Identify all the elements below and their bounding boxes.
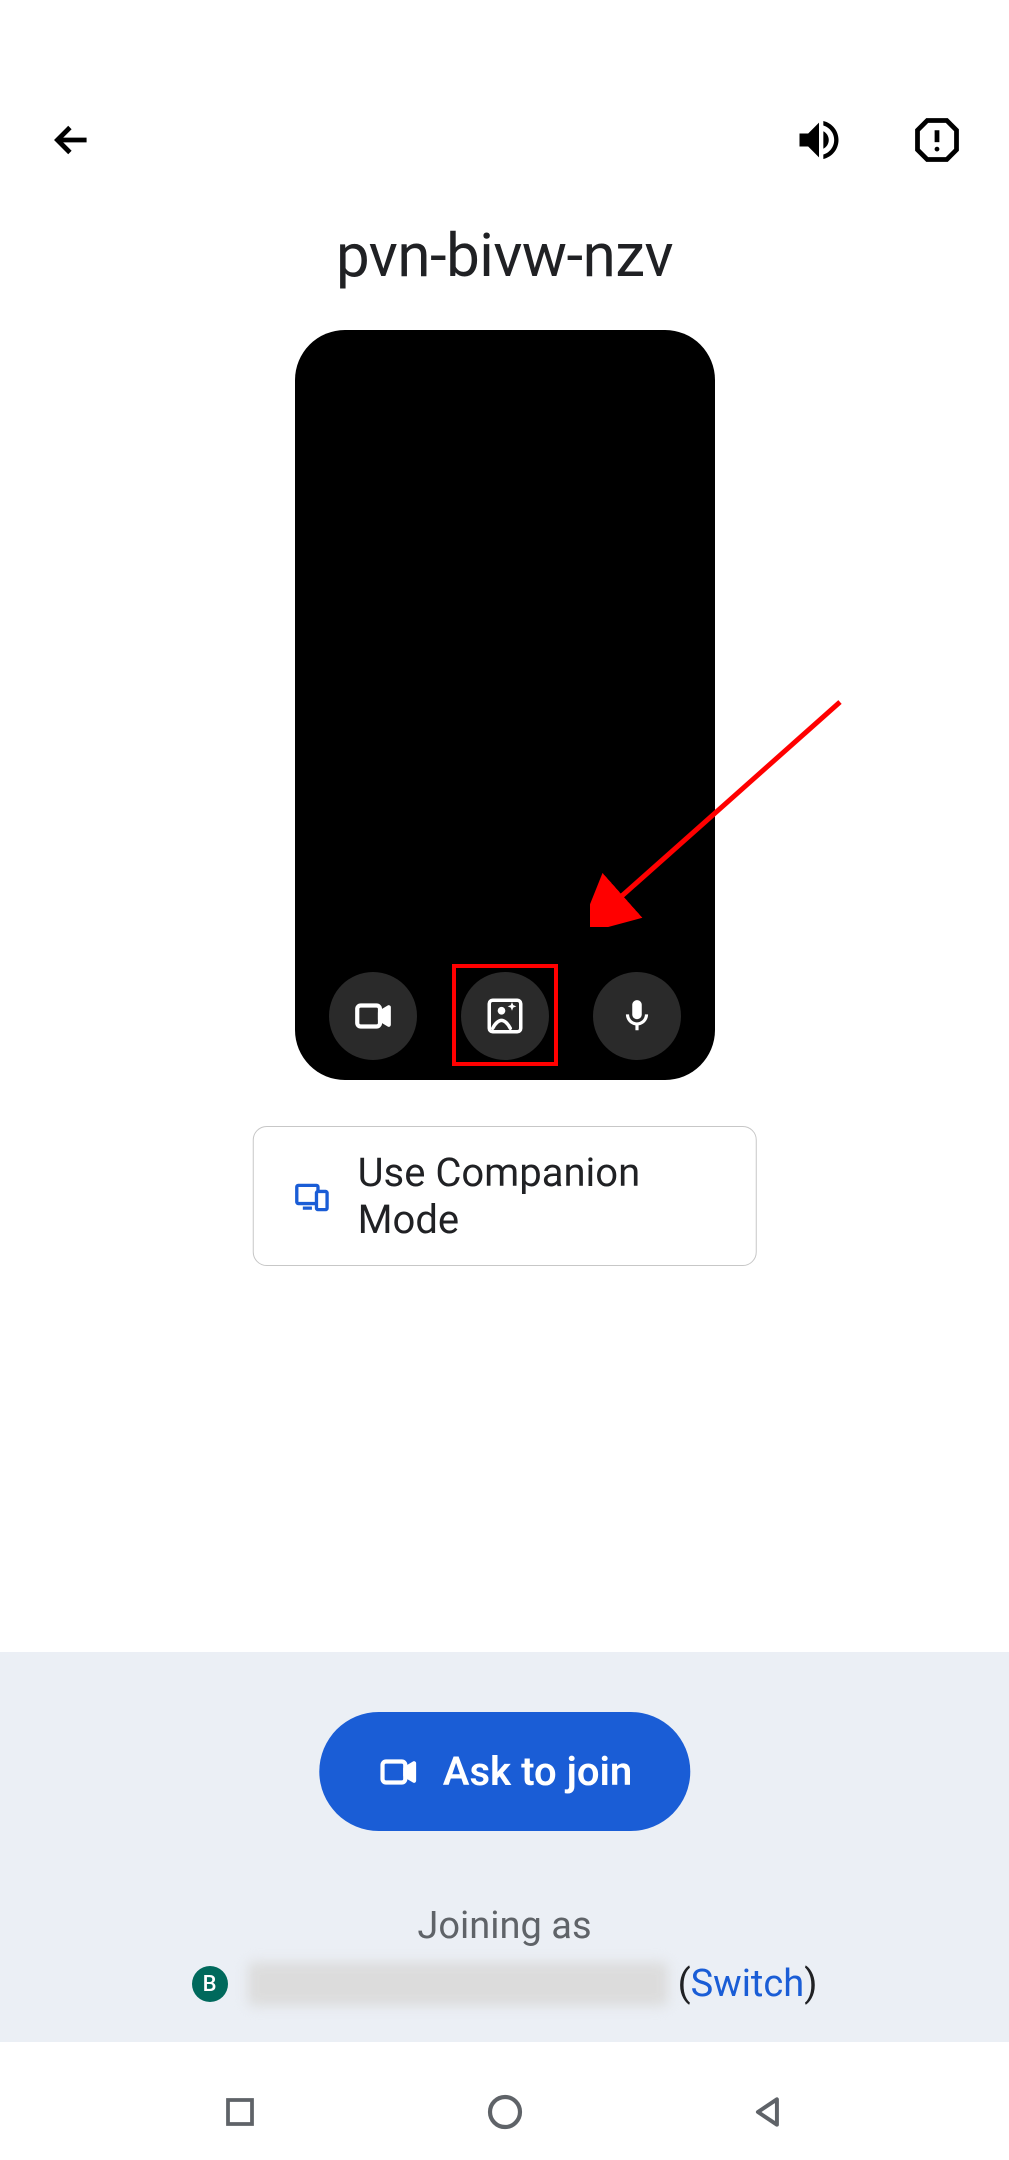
triangle-back-icon	[750, 2093, 788, 2131]
camera-icon	[352, 995, 394, 1037]
switch-account-link[interactable]: Switch	[691, 1962, 805, 2006]
companion-mode-button[interactable]: Use Companion Mode	[252, 1126, 757, 1266]
nav-home-button[interactable]	[480, 2087, 530, 2137]
bottom-panel: Ask to join Joining as B (Switch)	[0, 1652, 1009, 2042]
circle-icon	[485, 2092, 525, 2132]
report-button[interactable]	[905, 108, 969, 172]
effects-icon	[484, 995, 526, 1037]
account-row: B (Switch)	[0, 1962, 1009, 2006]
system-navbar	[0, 2064, 1009, 2160]
back-arrow-icon	[47, 115, 97, 165]
square-icon	[222, 2094, 258, 2130]
ask-to-join-label: Ask to join	[443, 1748, 632, 1795]
switch-wrapper: (Switch)	[678, 1962, 818, 2006]
toggle-camera-button[interactable]	[329, 972, 417, 1060]
devices-icon	[293, 1176, 329, 1216]
camera-icon	[377, 1751, 419, 1793]
ask-to-join-button[interactable]: Ask to join	[319, 1712, 690, 1831]
report-icon	[911, 114, 963, 166]
toggle-mic-button[interactable]	[593, 972, 681, 1060]
avatar: B	[192, 1966, 228, 2002]
effects-button[interactable]	[461, 972, 549, 1060]
companion-mode-label: Use Companion Mode	[358, 1149, 716, 1243]
nav-back-button[interactable]	[744, 2087, 794, 2137]
paren-close: )	[804, 1962, 817, 2006]
speaker-icon	[793, 114, 845, 166]
mic-icon	[618, 997, 656, 1035]
video-preview	[295, 330, 715, 1080]
account-email-blurred	[248, 1962, 668, 2006]
joining-as-label: Joining as	[0, 1904, 1009, 1948]
nav-recent-button[interactable]	[215, 2087, 265, 2137]
audio-output-button[interactable]	[787, 108, 851, 172]
paren-open: (	[678, 1962, 691, 2006]
meeting-code: pvn-bivw-nzv	[0, 220, 1009, 291]
back-button[interactable]	[40, 108, 104, 172]
